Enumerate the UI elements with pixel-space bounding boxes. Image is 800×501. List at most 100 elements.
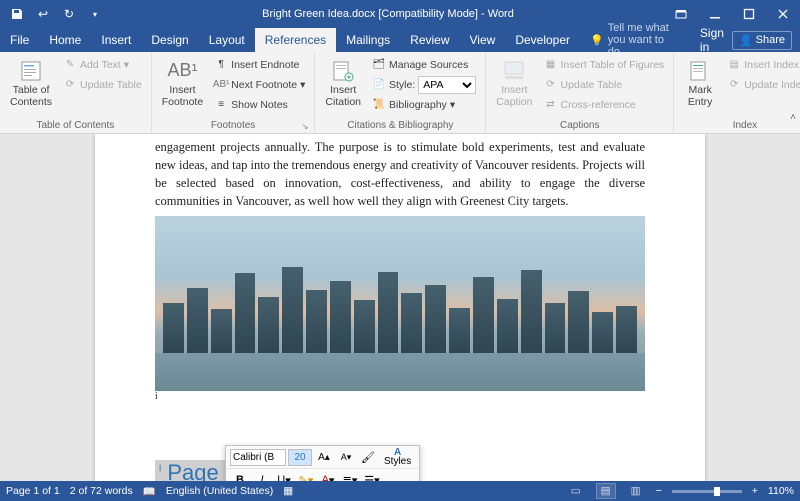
next-footnote-button[interactable]: AB¹Next Footnote ▾ <box>211 75 308 94</box>
tab-references[interactable]: References <box>255 28 336 52</box>
tab-insert[interactable]: Insert <box>91 28 141 52</box>
spellcheck-icon[interactable]: 📖 <box>143 485 156 498</box>
footnotes-dialog-icon[interactable]: ↘ <box>302 122 309 131</box>
insert-index-icon: ▤ <box>727 58 741 72</box>
next-icon: AB¹ <box>214 78 228 92</box>
group-label-index: Index <box>680 119 800 133</box>
tab-view[interactable]: View <box>460 28 506 52</box>
page-count[interactable]: Page 1 of 1 <box>6 485 60 497</box>
tab-developer[interactable]: Developer <box>505 28 580 52</box>
tab-mailings[interactable]: Mailings <box>336 28 400 52</box>
lightbulb-icon: 💡 <box>590 34 604 47</box>
sign-in-link[interactable]: Sign in <box>700 26 724 54</box>
tab-design[interactable]: Design <box>141 28 198 52</box>
share-button[interactable]: 👤 Share <box>732 31 792 50</box>
menu-bar: File Home Insert Design Layout Reference… <box>0 28 800 52</box>
underline-icon[interactable]: U▾ <box>274 471 294 481</box>
group-citations: Insert Citation 🗂Manage Sources 📄 Style:… <box>315 52 486 133</box>
save-icon[interactable] <box>6 3 28 25</box>
close-icon[interactable] <box>766 0 800 28</box>
font-size-input[interactable] <box>288 449 312 466</box>
toc-icon <box>17 57 45 85</box>
cross-reference-button[interactable]: ⇄Cross-reference <box>540 95 667 114</box>
bullets-icon[interactable]: ≣▾ <box>340 471 360 481</box>
mark-entry-button[interactable]: Mark Entry <box>680 55 720 110</box>
insert-index-button[interactable]: ▤Insert Index <box>724 55 800 74</box>
group-label-footnotes: Footnotes <box>211 120 255 131</box>
update-captions-button[interactable]: ⟳Update Table <box>540 75 667 94</box>
insert-tof-button[interactable]: ▦Insert Table of Figures <box>540 55 667 74</box>
zoom-level[interactable]: 110% <box>768 485 794 497</box>
group-index: Mark Entry ▤Insert Index ⟳Update Index I… <box>674 52 800 133</box>
collapse-ribbon-icon[interactable]: ˄ <box>790 112 796 123</box>
window-controls <box>664 0 800 28</box>
mini-toolbar: A▴ A▾ 🖌 A Styles B I U▾ ✎▾ A▾ ≣▾ ☰▾ <box>225 445 420 481</box>
minimize-icon[interactable] <box>698 0 732 28</box>
insert-caption-button[interactable]: Insert Caption <box>492 55 536 110</box>
add-text-button[interactable]: ✎Add Text ▾ <box>60 55 145 74</box>
font-name-input[interactable] <box>230 449 286 466</box>
redo-icon[interactable]: ↻ <box>58 3 80 25</box>
print-layout-icon[interactable]: ▤ <box>596 483 616 499</box>
ribbon: Table of Contents ✎Add Text ▾ ⟳Update Ta… <box>0 52 800 134</box>
tab-file[interactable]: File <box>0 28 39 52</box>
qat-dropdown-icon[interactable]: ▾ <box>84 3 106 25</box>
insert-footnote-label: Insert Footnote <box>162 85 203 108</box>
citation-style-select[interactable]: APA <box>418 76 476 94</box>
decrease-font-icon[interactable]: A▾ <box>336 448 356 466</box>
toc-button[interactable]: Table of Contents <box>6 55 56 110</box>
update-index-button[interactable]: ⟳Update Index <box>724 75 800 94</box>
tab-layout[interactable]: Layout <box>199 28 255 52</box>
caption-icon <box>500 57 528 85</box>
tell-me[interactable]: 💡 Tell me what you want to do... <box>580 28 692 52</box>
tof-icon: ▦ <box>543 58 557 72</box>
insert-caption-label: Insert Caption <box>496 85 532 108</box>
undo-icon[interactable]: ↩ <box>32 3 54 25</box>
insert-citation-label: Insert Citation <box>325 85 361 108</box>
crossref-icon: ⇄ <box>543 98 557 112</box>
insert-footnote-button[interactable]: AB¹ Insert Footnote <box>158 55 207 110</box>
read-mode-icon[interactable]: ▭ <box>566 483 586 499</box>
group-label-captions: Captions <box>492 119 667 133</box>
macro-icon[interactable]: ▦ <box>283 485 293 497</box>
document-page[interactable]: engagement projects annually. The purpos… <box>95 134 705 481</box>
italic-icon[interactable]: I <box>252 471 272 481</box>
sources-icon: 🗂 <box>372 58 386 72</box>
font-color-icon[interactable]: A▾ <box>318 471 338 481</box>
format-painter-icon[interactable]: 🖌 <box>358 448 378 466</box>
zoom-out-icon[interactable]: − <box>656 485 662 497</box>
styles-button[interactable]: A Styles <box>380 448 415 466</box>
language-status[interactable]: English (United States) <box>166 485 273 497</box>
window-title: Bright Green Idea.docx [Compatibility Mo… <box>112 8 664 20</box>
body-paragraph[interactable]: engagement projects annually. The purpos… <box>155 134 645 211</box>
tab-home[interactable]: Home <box>39 28 91 52</box>
tab-review[interactable]: Review <box>400 28 459 52</box>
quick-access-toolbar: ↩ ↻ ▾ <box>0 3 112 25</box>
bold-icon[interactable]: B <box>230 471 250 481</box>
show-notes-icon: ≡ <box>214 98 228 112</box>
insert-citation-button[interactable]: Insert Citation <box>321 55 365 110</box>
web-layout-icon[interactable]: ▥ <box>626 483 646 499</box>
footnote-reference[interactable]: i <box>155 391 645 402</box>
footnote-icon: AB¹ <box>168 57 196 85</box>
show-notes-button[interactable]: ≡Show Notes <box>211 95 308 114</box>
zoom-slider[interactable] <box>672 490 742 493</box>
document-area[interactable]: engagement projects annually. The purpos… <box>0 134 800 481</box>
numbering-icon[interactable]: ☰▾ <box>362 471 382 481</box>
highlight-icon[interactable]: ✎▾ <box>296 471 316 481</box>
increase-font-icon[interactable]: A▴ <box>314 448 334 466</box>
add-text-icon: ✎ <box>63 58 77 72</box>
bibliography-icon: 📜 <box>372 98 386 112</box>
update-toc-button[interactable]: ⟳Update Table <box>60 75 145 94</box>
toc-label: Table of Contents <box>10 85 52 108</box>
manage-sources-button[interactable]: 🗂Manage Sources <box>369 55 479 74</box>
word-count[interactable]: 2 of 72 words <box>70 485 133 497</box>
bibliography-button[interactable]: 📜Bibliography ▾ <box>369 95 479 114</box>
endnote-icon: ¶ <box>214 58 228 72</box>
inline-image[interactable] <box>155 216 645 391</box>
maximize-icon[interactable] <box>732 0 766 28</box>
group-footnotes: AB¹ Insert Footnote ¶Insert Endnote AB¹N… <box>152 52 316 133</box>
zoom-in-icon[interactable]: + <box>752 485 758 497</box>
insert-endnote-button[interactable]: ¶Insert Endnote <box>211 55 308 74</box>
style-selector[interactable]: 📄 Style: APA <box>369 75 479 94</box>
